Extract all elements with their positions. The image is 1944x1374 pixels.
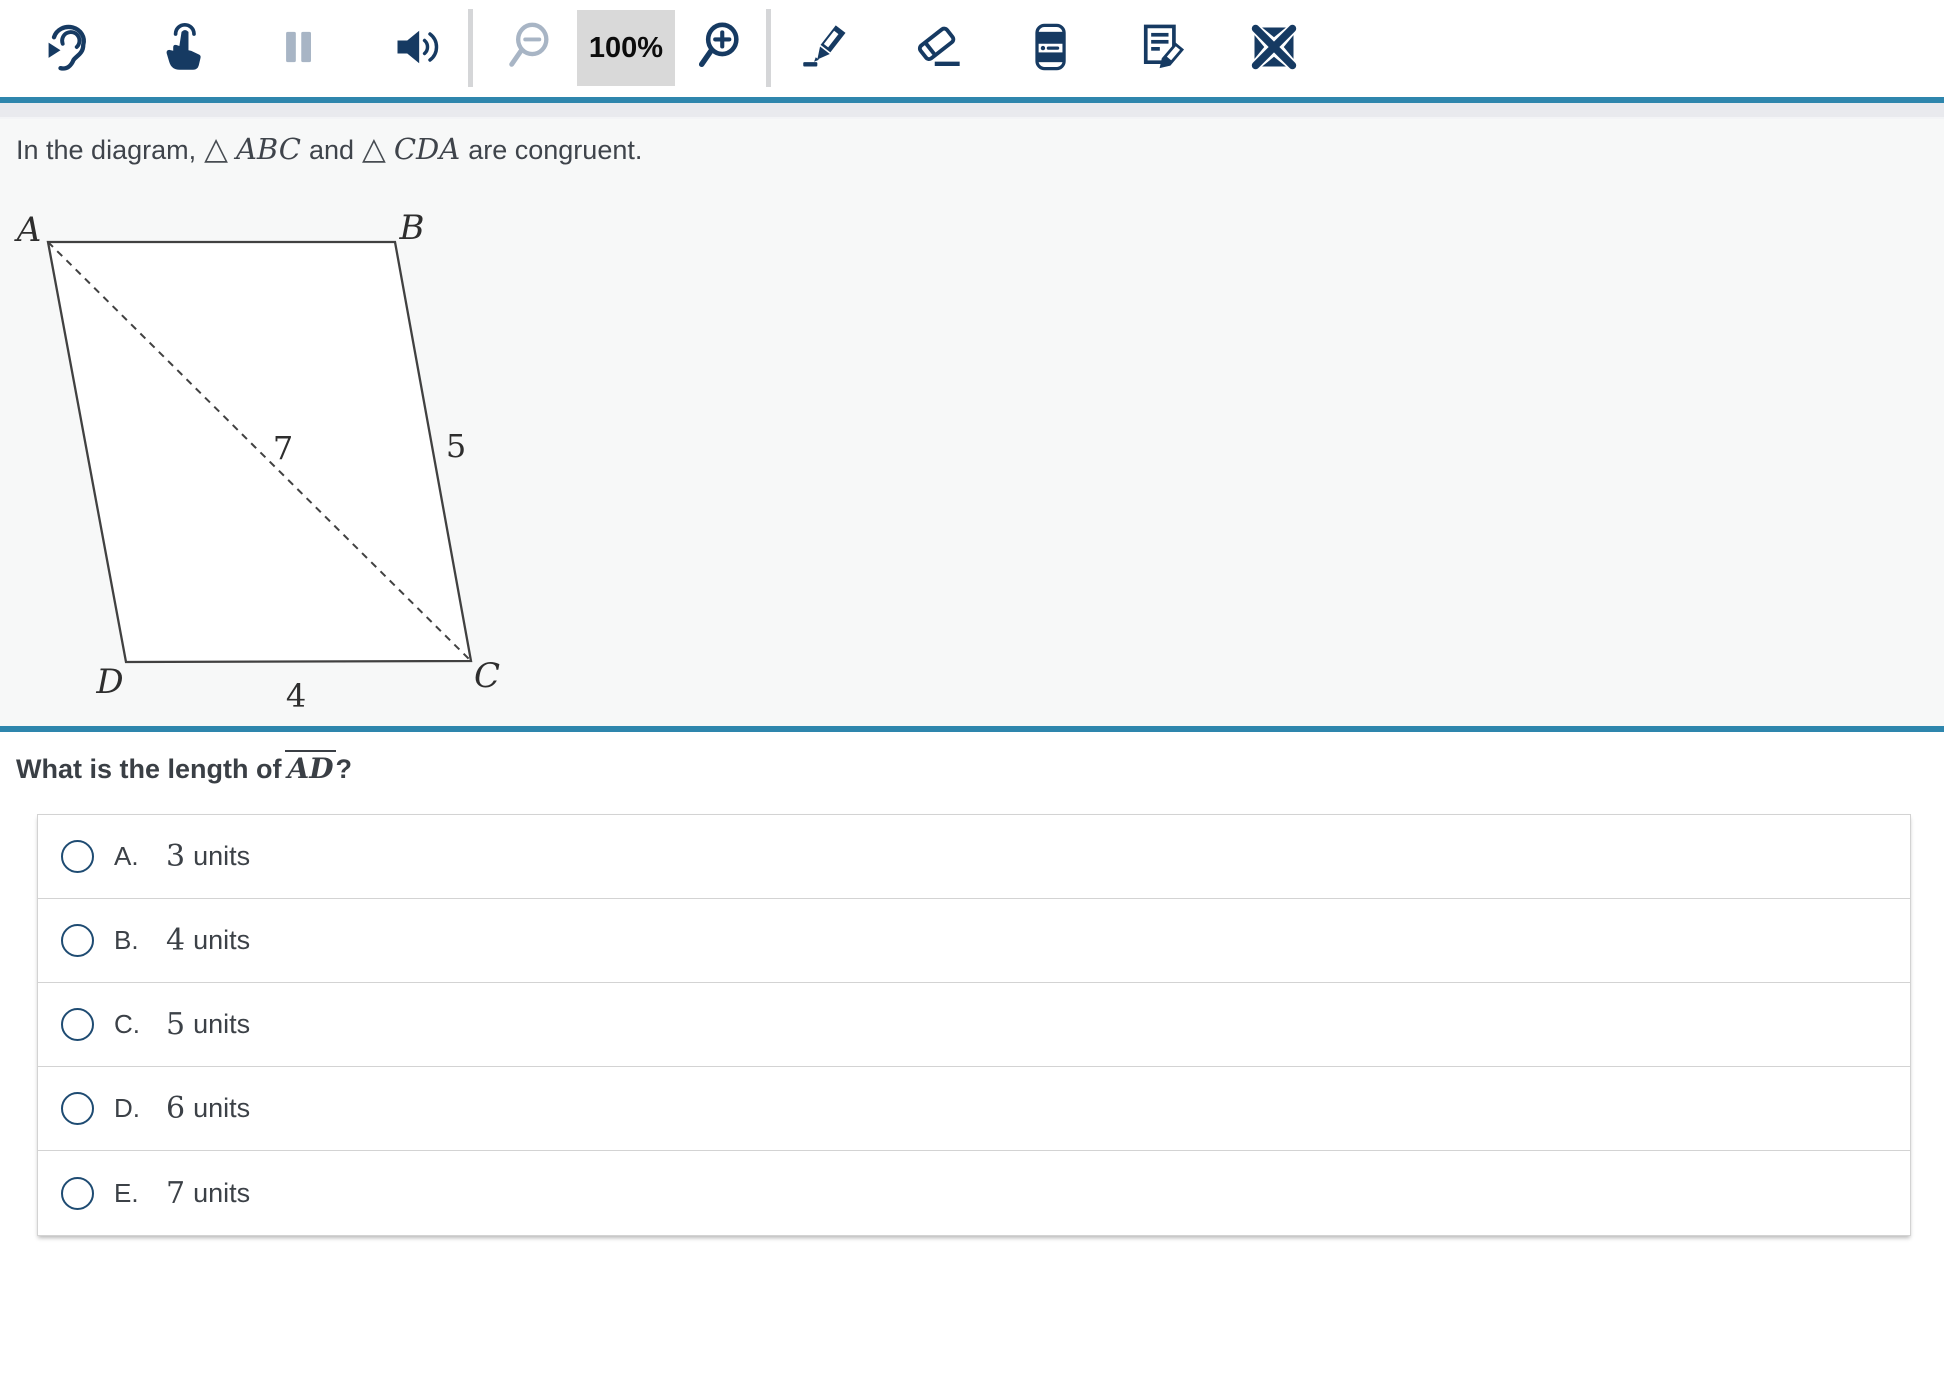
- answer-section: What is the length ofAD? A. 3 units B. 4…: [0, 732, 1944, 1367]
- stimulus-section: In the diagram,△ABCand△CDAare congruent.…: [0, 119, 1944, 726]
- side-dc-length-label: 4: [286, 677, 306, 715]
- notes-button[interactable]: [1136, 21, 1188, 77]
- calculator-icon: [1024, 21, 1076, 76]
- notepad-pencil-icon: [1136, 21, 1188, 76]
- toolbar-divider: [766, 9, 771, 87]
- answer-eliminator-icon: [1248, 21, 1300, 76]
- option-letter: E.: [114, 1178, 160, 1209]
- triangle-1-name: ABC: [236, 132, 301, 166]
- side-bc-length-label: 5: [446, 427, 466, 465]
- stem-conjunction: and: [309, 135, 354, 165]
- calculator-button[interactable]: [1024, 21, 1076, 77]
- option-value-unit: units: [193, 1178, 250, 1209]
- highlighter-button[interactable]: [800, 21, 852, 77]
- toolbar: 100%: [0, 0, 1944, 97]
- option-letter: A.: [114, 841, 160, 872]
- diagonal-length-label: 7: [273, 429, 293, 467]
- radio-button-a[interactable]: [61, 840, 94, 873]
- pointing-hand-icon: [155, 21, 207, 76]
- zoom-in-icon: [693, 21, 745, 76]
- option-value-number: 5: [166, 1007, 185, 1042]
- stem-prefix: In the diagram,: [16, 135, 196, 165]
- option-value-number: 4: [166, 923, 185, 958]
- parallelogram-diagram: A B C D 7 5 4: [0, 181, 545, 721]
- zoom-level-value: 100%: [589, 32, 663, 65]
- answer-options-list: A. 3 units B. 4 units C. 5 units D. 6 un…: [37, 814, 1911, 1236]
- question-stem: In the diagram,△ABCand△CDAare congruent.: [0, 119, 1944, 170]
- radio-button-c[interactable]: [61, 1008, 94, 1041]
- pause-button[interactable]: [272, 21, 324, 77]
- option-value-unit: units: [193, 925, 250, 956]
- option-value-unit: units: [193, 841, 250, 872]
- answer-eliminator-button[interactable]: [1248, 21, 1300, 77]
- parallelogram-outline: [48, 242, 471, 662]
- option-letter: D.: [114, 1093, 160, 1124]
- vertex-label-c: C: [474, 656, 500, 696]
- zoom-out-icon: [503, 21, 555, 76]
- segment-ad-overline: AD: [285, 750, 335, 785]
- pause-icon: [272, 21, 324, 76]
- radio-button-d[interactable]: [61, 1092, 94, 1125]
- question-prompt: What is the length ofAD?: [16, 750, 1944, 788]
- option-value-unit: units: [193, 1009, 250, 1040]
- option-letter: C.: [114, 1009, 160, 1040]
- option-row-d[interactable]: D. 6 units: [38, 1067, 1910, 1151]
- toolbar-divider: [468, 9, 473, 87]
- option-row-b[interactable]: B. 4 units: [38, 899, 1910, 983]
- ear-icon: [41, 21, 93, 76]
- option-value-unit: units: [193, 1093, 250, 1124]
- zoom-in-button[interactable]: [693, 21, 745, 77]
- radio-button-e[interactable]: [61, 1177, 94, 1210]
- vertex-label-d: D: [95, 662, 123, 702]
- stem-suffix: are congruent.: [468, 135, 642, 165]
- option-value-number: 7: [166, 1176, 185, 1211]
- option-value-number: 3: [166, 839, 185, 874]
- touch-pointer-button[interactable]: [155, 21, 207, 77]
- vertex-label-b: B: [399, 208, 425, 248]
- zoom-level-badge: 100%: [577, 10, 675, 86]
- vertex-label-a: A: [14, 210, 42, 250]
- radio-button-b[interactable]: [61, 924, 94, 957]
- triangle-symbol: △: [362, 131, 386, 167]
- prompt-lead: What is the length of: [16, 754, 281, 784]
- volume-button[interactable]: [391, 21, 443, 77]
- option-value-number: 6: [166, 1091, 185, 1126]
- option-row-c[interactable]: C. 5 units: [38, 983, 1910, 1067]
- text-to-speech-button[interactable]: [41, 21, 93, 77]
- zoom-out-button[interactable]: [503, 21, 555, 77]
- option-letter: B.: [114, 925, 160, 956]
- speaker-icon: [391, 21, 443, 76]
- eraser-button[interactable]: [912, 21, 964, 77]
- option-row-a[interactable]: A. 3 units: [38, 815, 1910, 899]
- option-row-e[interactable]: E. 7 units: [38, 1151, 1910, 1235]
- header-sub-strip: [0, 103, 1944, 119]
- triangle-symbol: △: [204, 131, 228, 167]
- highlighter-icon: [800, 21, 852, 76]
- prompt-suffix: ?: [336, 754, 353, 784]
- triangle-2-name: CDA: [394, 132, 460, 166]
- eraser-icon: [912, 21, 964, 76]
